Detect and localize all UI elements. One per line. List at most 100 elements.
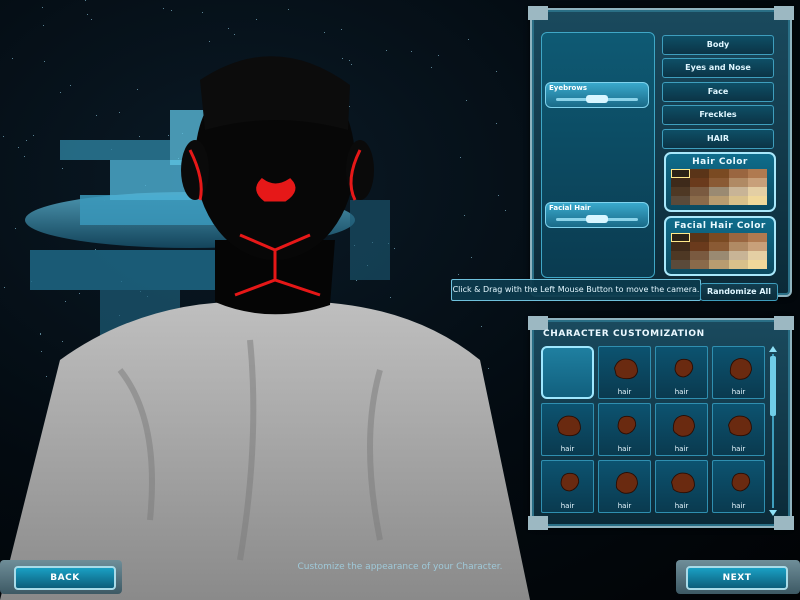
category-hair-button[interactable]: HAIR [662, 129, 774, 149]
hair-color-swatch[interactable] [728, 196, 748, 205]
hair-color-swatch[interactable] [690, 169, 710, 178]
facial-hair-color-swatch[interactable] [709, 260, 729, 269]
hairstyle-grid: hair hair hair hair hair hair hair hair hair hair… [541, 346, 767, 516]
hair-color-swatch[interactable] [728, 187, 748, 196]
hair-color-swatch[interactable] [690, 178, 710, 187]
hairstyle-label: hair [674, 388, 689, 396]
hairstyle-icon [560, 472, 580, 492]
facial-hair-color-swatches [671, 233, 767, 269]
frame-corner [774, 516, 794, 530]
star [85, 0, 86, 1]
scroll-up-arrow[interactable] [769, 346, 777, 352]
hairstyle-option[interactable]: hair [598, 460, 651, 513]
category-eyes-nose-button[interactable]: Eyes and Nose [662, 58, 774, 78]
hairstyle-label: hair [731, 502, 746, 510]
hair-color-swatch[interactable] [671, 169, 691, 178]
hair-color-swatch[interactable] [690, 187, 710, 196]
facial-hair-color-swatch[interactable] [728, 260, 748, 269]
star [288, 9, 289, 10]
hair-color-swatch[interactable] [747, 196, 767, 205]
hair-color-swatch[interactable] [747, 178, 767, 187]
facial-hair-color-swatch[interactable] [709, 251, 729, 260]
facial-hair-color-swatch[interactable] [747, 233, 767, 242]
hairstyle-icon [615, 471, 638, 494]
hair-color-title: Hair Color [692, 157, 748, 167]
hair-color-swatch[interactable] [747, 187, 767, 196]
hairstyle-icon [674, 358, 694, 378]
star [171, 10, 172, 11]
hairstyle-icon [617, 415, 637, 435]
facial-hair-color-swatch[interactable] [690, 251, 710, 260]
facial-hair-color-swatch[interactable] [747, 260, 767, 269]
hairstyle-option[interactable] [541, 346, 594, 399]
facial-hair-color-swatch[interactable] [709, 233, 729, 242]
facial-hair-slider[interactable]: Facial Hair [545, 202, 649, 228]
facial-hair-color-panel: Facial Hair Color [664, 216, 776, 276]
slider-area [541, 32, 655, 278]
scroll-thumb[interactable] [770, 356, 776, 416]
hairstyle-icon [729, 357, 752, 380]
frame-corner [528, 316, 548, 330]
hairstyle-option[interactable]: hair [712, 403, 765, 456]
hairstyle-label: hair [731, 445, 746, 453]
facial-hair-thumb[interactable] [586, 215, 608, 223]
randomize-all-button[interactable]: Randomize All [700, 283, 778, 301]
hairstyle-label: hair [617, 502, 632, 510]
star [163, 8, 164, 9]
category-body-button[interactable]: Body [662, 35, 774, 55]
star [256, 19, 257, 20]
hairstyle-icon [614, 358, 638, 380]
star [234, 34, 235, 35]
facial-hair-color-swatch[interactable] [671, 242, 691, 251]
hair-color-swatch[interactable] [709, 169, 729, 178]
eyebrows-thumb[interactable] [586, 95, 608, 103]
facial-hair-color-swatch[interactable] [728, 242, 748, 251]
hairstyle-option[interactable]: hair [541, 460, 594, 513]
scroll-down-arrow[interactable] [769, 510, 777, 516]
hairstyle-option[interactable]: hair [541, 403, 594, 456]
eyebrows-slider[interactable]: Eyebrows [545, 82, 649, 108]
facial-hair-label: Facial Hair [549, 204, 591, 212]
hairstyle-option[interactable]: hair [712, 460, 765, 513]
hair-color-swatch[interactable] [747, 169, 767, 178]
facial-hair-color-swatch[interactable] [747, 242, 767, 251]
facial-hair-color-swatch[interactable] [690, 260, 710, 269]
star [228, 28, 229, 29]
hairstyle-option[interactable]: hair [598, 403, 651, 456]
hairstyle-icon [731, 472, 751, 492]
facial-hair-color-swatch[interactable] [671, 251, 691, 260]
hair-color-swatch[interactable] [690, 196, 710, 205]
hairstyle-option[interactable]: hair [598, 346, 651, 399]
facial-hair-color-title: Facial Hair Color [674, 221, 766, 231]
hair-color-swatch[interactable] [728, 169, 748, 178]
facial-hair-color-swatch[interactable] [690, 242, 710, 251]
category-freckles-button[interactable]: Freckles [662, 105, 774, 125]
hair-color-swatch[interactable] [671, 178, 691, 187]
facial-hair-color-swatch[interactable] [671, 260, 691, 269]
hair-color-swatch[interactable] [671, 187, 691, 196]
hairstyle-option[interactable]: hair [655, 403, 708, 456]
hair-color-swatch[interactable] [709, 187, 729, 196]
facial-hair-color-swatch[interactable] [690, 233, 710, 242]
hair-color-swatch[interactable] [709, 178, 729, 187]
character-model [0, 56, 530, 600]
frame-corner [528, 6, 548, 20]
facial-hair-color-swatch[interactable] [747, 251, 767, 260]
hairstyle-label: hair [560, 445, 575, 453]
hair-color-swatch[interactable] [671, 196, 691, 205]
category-face-button[interactable]: Face [662, 82, 774, 102]
footer-hint: Customize the appearance of your Charact… [297, 562, 503, 572]
frame-corner [528, 516, 548, 530]
facial-hair-color-swatch[interactable] [671, 233, 691, 242]
hairstyle-option[interactable]: hair [655, 346, 708, 399]
hair-color-swatch[interactable] [709, 196, 729, 205]
hair-color-swatch[interactable] [728, 178, 748, 187]
facial-hair-color-swatch[interactable] [728, 251, 748, 260]
hairstyle-option[interactable]: hair [712, 346, 765, 399]
facial-hair-color-swatch[interactable] [728, 233, 748, 242]
facial-hair-color-swatch[interactable] [709, 242, 729, 251]
star [324, 32, 325, 33]
hairstyle-option[interactable]: hair [655, 460, 708, 513]
hairstyle-scrollbar[interactable] [769, 346, 777, 516]
hairstyle-icon [671, 472, 695, 494]
